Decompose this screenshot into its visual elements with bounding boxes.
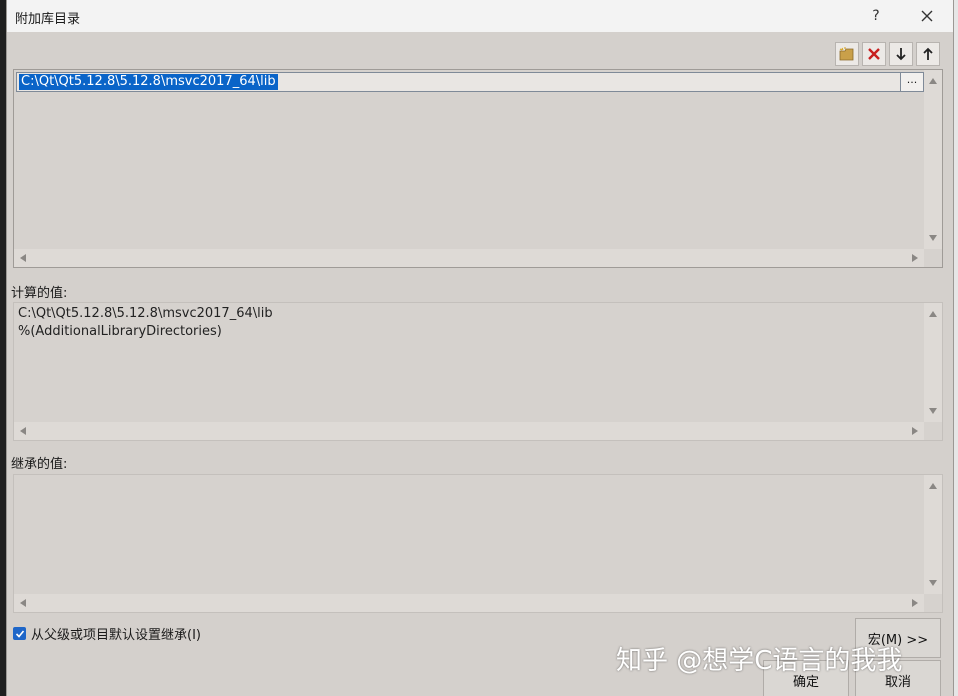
evaluated-vertical-scrollbar[interactable]: [924, 303, 942, 422]
evaluated-value-label: 计算的值:: [11, 286, 68, 301]
delete-line-button[interactable]: [862, 42, 886, 66]
additional-library-directories-dialog: 附加库目录 ? C:\Qt\Qt5.12.8\5.12.8\msvc2017_6…: [6, 0, 954, 696]
move-down-button[interactable]: [889, 42, 913, 66]
scroll-right-arrow[interactable]: [912, 599, 918, 607]
scroll-down-arrow[interactable]: [929, 408, 937, 414]
evaluated-horizontal-scrollbar[interactable]: [14, 422, 924, 440]
scroll-down-arrow[interactable]: [929, 580, 937, 586]
scroll-left-arrow[interactable]: [20, 427, 26, 435]
scroll-down-arrow[interactable]: [929, 235, 937, 241]
delete-icon: [868, 48, 880, 60]
inherit-checkbox[interactable]: [13, 627, 26, 640]
inherit-checkbox-label: 从父级或项目默认设置继承(I): [31, 628, 201, 643]
evaluated-value-box: C:\Qt\Qt5.12.8\5.12.8\msvc2017_64\lib %(…: [13, 302, 943, 441]
directory-list-horizontal-scrollbar[interactable]: [14, 249, 924, 267]
dialog-title: 附加库目录: [15, 12, 81, 27]
scroll-right-arrow[interactable]: [912, 427, 918, 435]
browse-button[interactable]: ...: [900, 73, 923, 91]
inherited-vertical-scrollbar[interactable]: [924, 475, 942, 594]
scroll-left-arrow[interactable]: [20, 599, 26, 607]
scroll-up-arrow[interactable]: [929, 311, 937, 317]
evaluated-value-line: %(AdditionalLibraryDirectories): [18, 324, 222, 339]
directory-entry-text[interactable]: C:\Qt\Qt5.12.8\5.12.8\msvc2017_64\lib: [19, 74, 278, 90]
scroll-up-arrow[interactable]: [929, 483, 937, 489]
inherited-value-label: 继承的值:: [11, 457, 68, 472]
inherit-from-parent-row[interactable]: 从父级或项目默认设置继承(I): [13, 624, 201, 643]
directory-list-vertical-scrollbar[interactable]: [924, 70, 942, 249]
close-button[interactable]: [907, 3, 947, 29]
close-icon: [921, 10, 933, 22]
title-bar: 附加库目录 ?: [7, 0, 953, 32]
scroll-right-arrow[interactable]: [912, 254, 918, 262]
watermark: 知乎 @想学C语言的我我: [616, 646, 903, 676]
checkmark-icon: [15, 629, 24, 638]
arrow-down-icon: [896, 48, 906, 61]
directory-list[interactable]: C:\Qt\Qt5.12.8\5.12.8\msvc2017_64\lib ..…: [13, 69, 943, 268]
inherited-value-box: [13, 474, 943, 613]
scroll-up-arrow[interactable]: [929, 78, 937, 84]
scroll-left-arrow[interactable]: [20, 254, 26, 262]
new-folder-icon: [839, 47, 854, 61]
arrow-up-icon: [923, 47, 933, 60]
entry-toolbar: [835, 42, 940, 66]
evaluated-value-line: C:\Qt\Qt5.12.8\5.12.8\msvc2017_64\lib: [18, 306, 273, 321]
directory-entry-field[interactable]: C:\Qt\Qt5.12.8\5.12.8\msvc2017_64\lib ..…: [16, 72, 924, 92]
help-button[interactable]: ?: [859, 3, 893, 29]
inherited-horizontal-scrollbar[interactable]: [14, 594, 924, 612]
new-line-button[interactable]: [835, 42, 859, 66]
move-up-button[interactable]: [916, 42, 940, 66]
